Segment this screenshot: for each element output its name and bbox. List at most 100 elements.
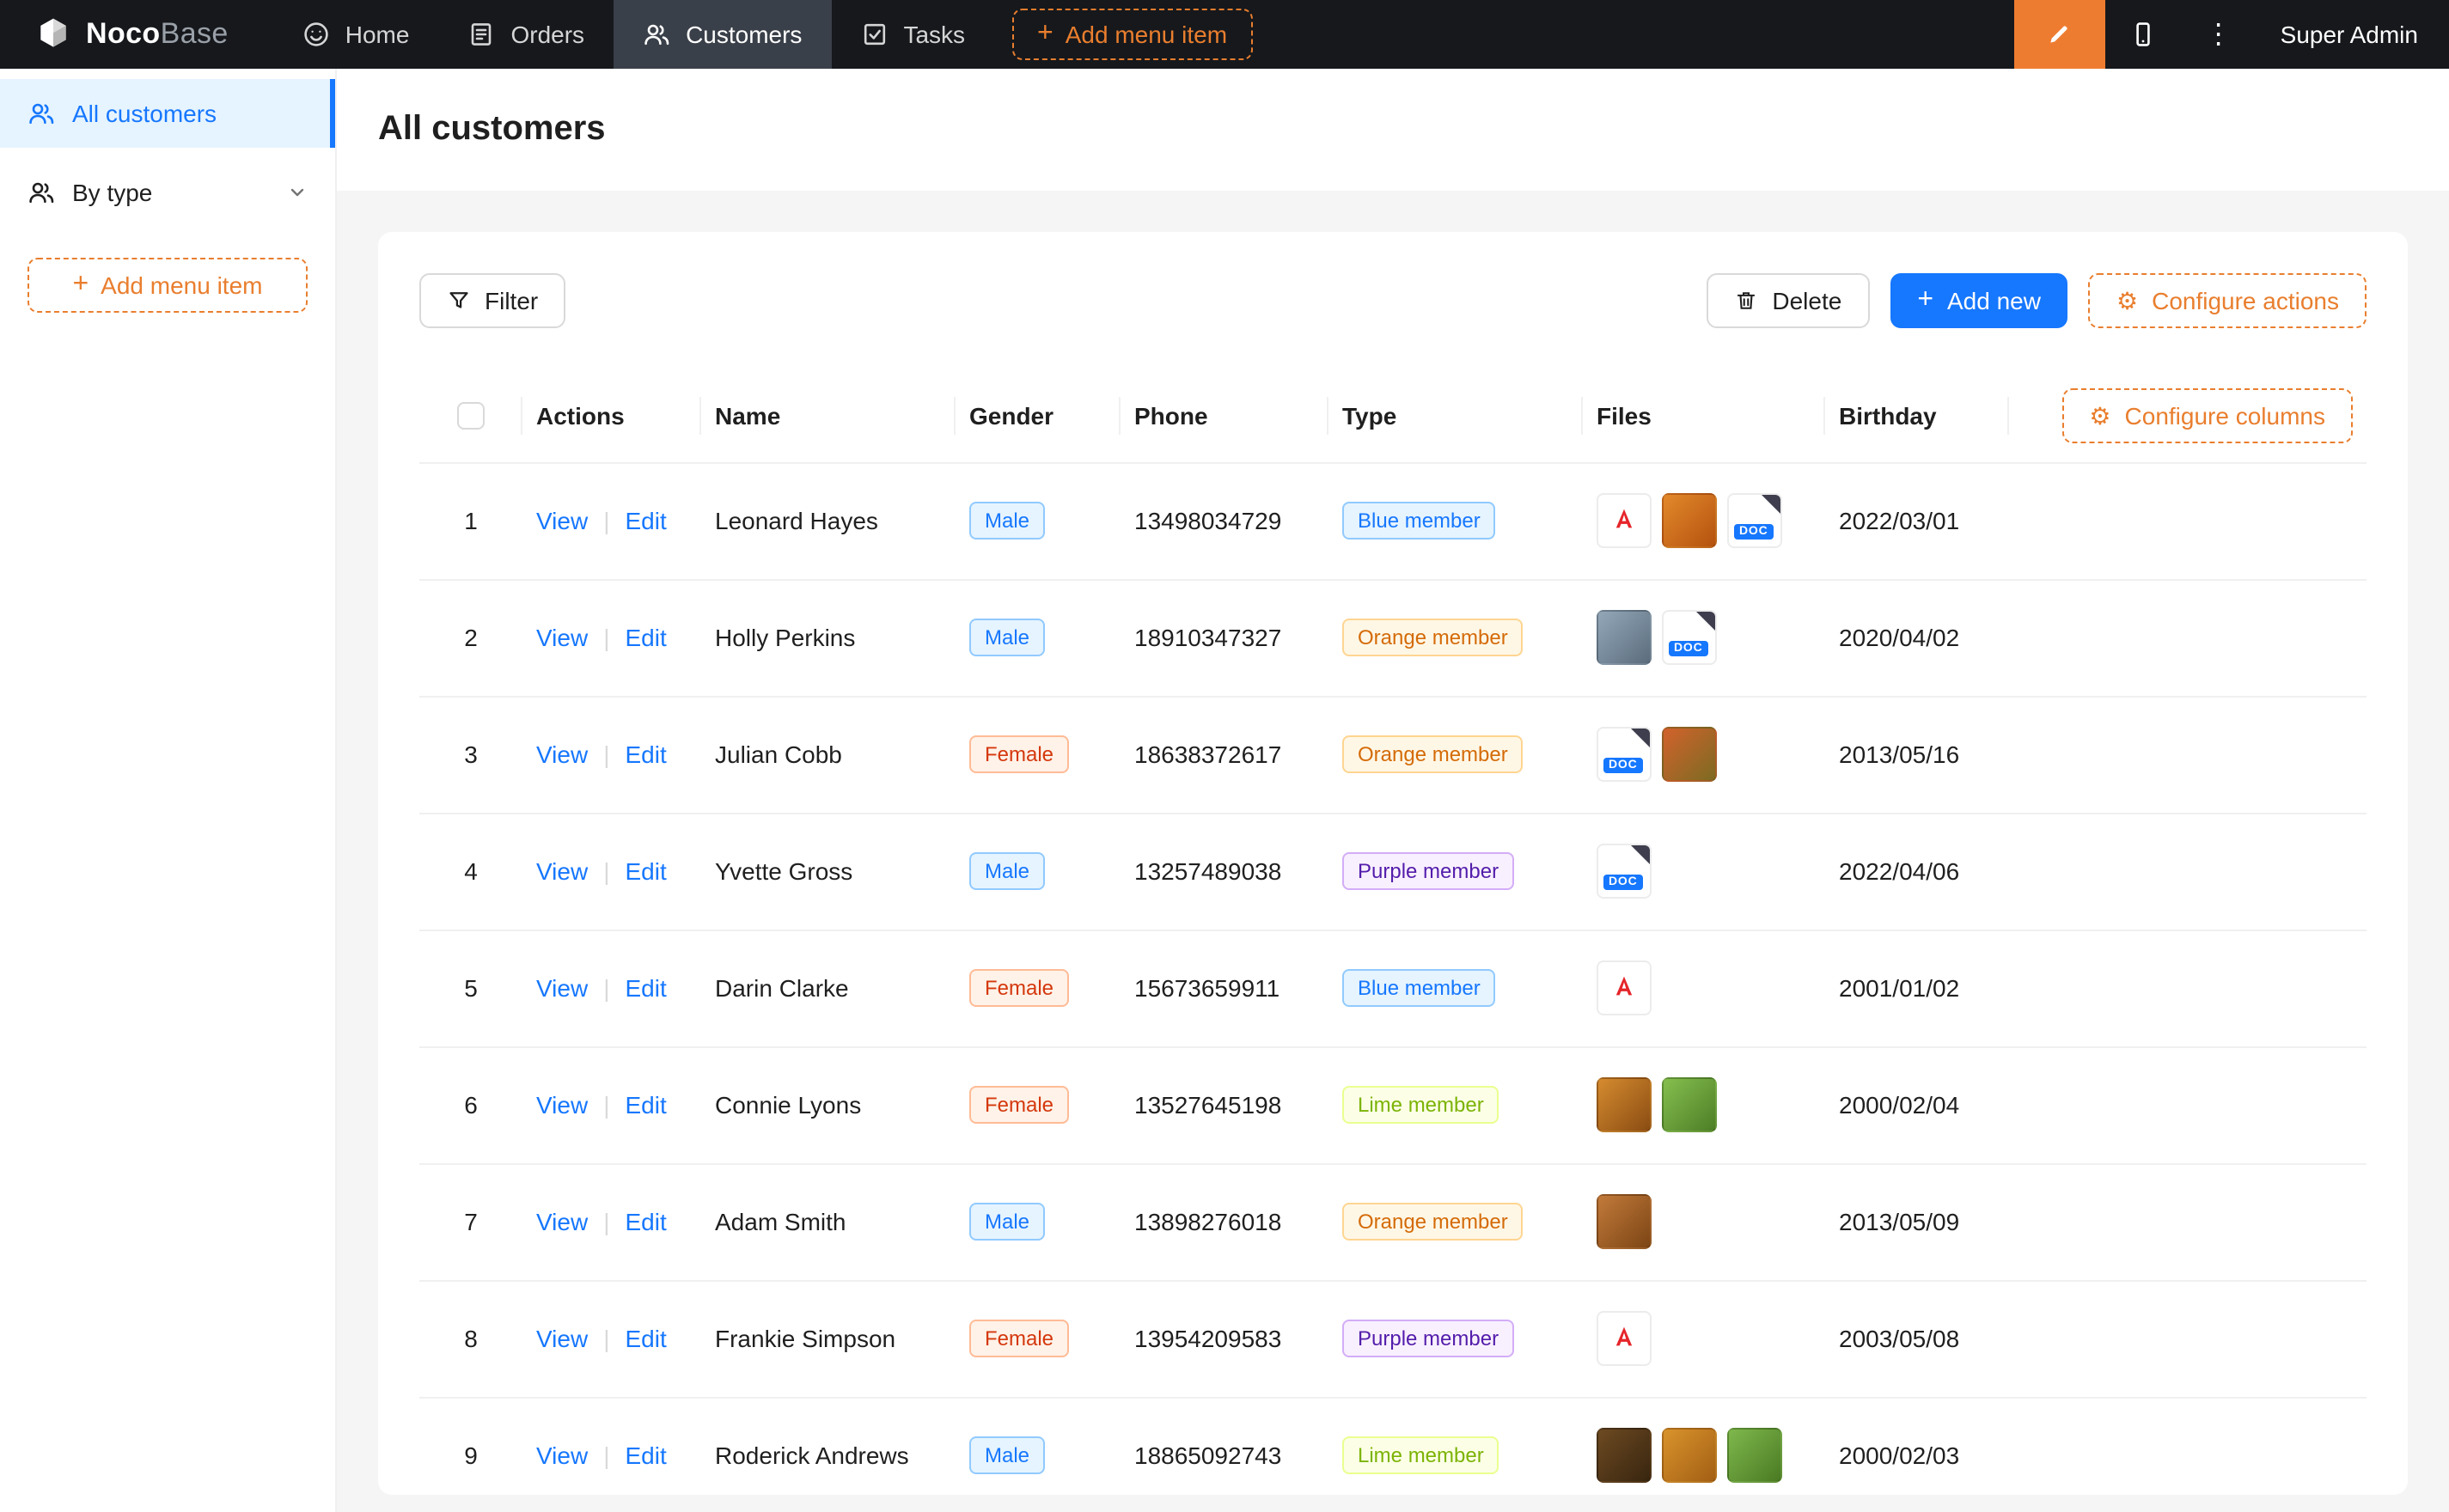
add-new-button[interactable]: + Add new: [1890, 273, 2068, 328]
gender-tag: Female: [969, 1320, 1069, 1357]
file-thumbnail-pdf[interactable]: [1597, 960, 1652, 1015]
type-tag: Lime member: [1342, 1436, 1499, 1474]
column-header-files: Files: [1583, 369, 1825, 462]
content-area: Filter Delete + Add new: [337, 191, 2449, 1512]
row-index: 5: [464, 974, 478, 1002]
select-all-cell: [419, 369, 522, 462]
row-index: 6: [464, 1091, 478, 1119]
page-title: All customers: [378, 110, 606, 149]
filter-button[interactable]: Filter: [419, 273, 565, 328]
configure-actions-button[interactable]: ⚙ Configure actions: [2089, 273, 2367, 328]
sidebar-item-all-customers[interactable]: All customers: [0, 79, 335, 148]
body-region: All customers By type + Add menu item Al…: [0, 69, 2449, 1512]
files-cell: [1597, 1428, 1811, 1483]
file-thumbnail-img[interactable]: [1597, 1194, 1652, 1249]
row-index: 9: [464, 1442, 478, 1469]
file-thumbnail-doc[interactable]: DOC: [1597, 844, 1652, 899]
table-row: 6 View|Edit Connie Lyons Female 13527645…: [419, 1046, 2367, 1163]
column-header-name: Name: [701, 369, 956, 462]
view-link[interactable]: View: [536, 1208, 588, 1235]
nav-item-customers[interactable]: Customers: [614, 0, 831, 69]
customer-name: Leonard Hayes: [715, 507, 878, 534]
more-actions-kebab-button[interactable]: ⋮: [2181, 0, 2257, 69]
select-all-checkbox[interactable]: [457, 403, 485, 430]
nocobase-logo[interactable]: NocoBase: [0, 15, 273, 53]
view-link[interactable]: View: [536, 624, 588, 651]
file-thumbnail-img[interactable]: [1597, 1077, 1652, 1132]
pdf-acrobat-icon: [1607, 503, 1641, 538]
birthday: 2001/01/02: [1839, 974, 1959, 1002]
view-link[interactable]: View: [536, 1091, 588, 1119]
customer-name: Julian Cobb: [715, 741, 842, 768]
nav-item-orders[interactable]: Orders: [438, 0, 614, 69]
column-header-birthday: Birthday: [1825, 369, 2009, 462]
table-row: 3 View|Edit Julian Cobb Female 186383726…: [419, 696, 2367, 813]
birthday: 2022/04/06: [1839, 857, 1959, 885]
file-thumbnail-pdf[interactable]: [1597, 1311, 1652, 1366]
file-thumbnail-pdf[interactable]: [1597, 493, 1652, 548]
column-header-phone: Phone: [1121, 369, 1328, 462]
row-index: 2: [464, 624, 478, 651]
view-link[interactable]: View: [536, 857, 588, 885]
edit-link[interactable]: Edit: [625, 507, 666, 534]
file-thumbnail-img[interactable]: [1662, 1428, 1717, 1483]
configure-columns-button[interactable]: ⚙ Configure columns: [2061, 388, 2353, 443]
type-tag: Orange member: [1342, 735, 1524, 773]
files-cell: [1597, 1077, 1811, 1132]
edit-link[interactable]: Edit: [625, 1442, 666, 1469]
link-separator: |: [603, 1442, 609, 1469]
doc-fold-corner: [1762, 495, 1780, 514]
link-separator: |: [603, 1208, 609, 1235]
edit-link[interactable]: Edit: [625, 1208, 666, 1235]
configure-columns-cell: ⚙ Configure columns: [2009, 369, 2367, 462]
files-cell: DOC: [1597, 844, 1811, 899]
user-menu[interactable]: Super Admin: [2257, 21, 2449, 48]
birthday: 2020/04/02: [1839, 624, 1959, 651]
view-link[interactable]: View: [536, 974, 588, 1002]
sidebar-add-menu-item-button[interactable]: + Add menu item: [27, 258, 308, 313]
sidebar-item-by-type[interactable]: By type: [0, 158, 335, 227]
delete-button[interactable]: Delete: [1707, 273, 1869, 328]
header-add-menu-item-button[interactable]: + Add menu item: [1011, 9, 1253, 60]
file-thumbnail-img[interactable]: [1662, 493, 1717, 548]
filter-label: Filter: [485, 287, 538, 314]
column-header-type: Type: [1328, 369, 1583, 462]
phone: 13954209583: [1134, 1325, 1281, 1352]
row-index: 4: [464, 857, 478, 885]
edit-link[interactable]: Edit: [625, 624, 666, 651]
file-thumbnail-img[interactable]: [1662, 1077, 1717, 1132]
file-thumbnail-img[interactable]: [1597, 1428, 1652, 1483]
doc-badge: DOC: [1603, 758, 1643, 773]
nav-item-label: Tasks: [903, 21, 965, 48]
edit-link[interactable]: Edit: [625, 1325, 666, 1352]
file-thumbnail-img[interactable]: [1597, 610, 1652, 665]
file-thumbnail-doc[interactable]: DOC: [1597, 727, 1652, 782]
nav-item-tasks[interactable]: Tasks: [831, 0, 994, 69]
file-thumbnail-doc[interactable]: DOC: [1727, 493, 1782, 548]
view-link[interactable]: View: [536, 507, 588, 534]
type-tag: Blue member: [1342, 502, 1496, 540]
row-index: 1: [464, 507, 478, 534]
page-header: All customers: [337, 69, 2449, 191]
home-smile-icon: [302, 21, 330, 48]
view-link[interactable]: View: [536, 1325, 588, 1352]
birthday: 2022/03/01: [1839, 507, 1959, 534]
customers-team-icon: [643, 21, 670, 48]
highlighter-pen-icon: [2046, 21, 2073, 48]
view-link[interactable]: View: [536, 1442, 588, 1469]
edit-link[interactable]: Edit: [625, 974, 666, 1002]
file-thumbnail-img[interactable]: [1727, 1428, 1782, 1483]
mobile-preview-button[interactable]: [2105, 0, 2181, 69]
file-thumbnail-img[interactable]: [1662, 727, 1717, 782]
nav-item-home[interactable]: Home: [273, 0, 439, 69]
table-card: Filter Delete + Add new: [378, 232, 2408, 1496]
edit-link[interactable]: Edit: [625, 1091, 666, 1119]
ui-editor-button[interactable]: [2014, 0, 2105, 69]
add-new-label: Add new: [1947, 287, 2041, 314]
edit-link[interactable]: Edit: [625, 857, 666, 885]
view-link[interactable]: View: [536, 741, 588, 768]
file-thumbnail-doc[interactable]: DOC: [1662, 610, 1717, 665]
doc-fold-corner: [1631, 729, 1650, 747]
edit-link[interactable]: Edit: [625, 741, 666, 768]
row-index: 3: [464, 741, 478, 768]
